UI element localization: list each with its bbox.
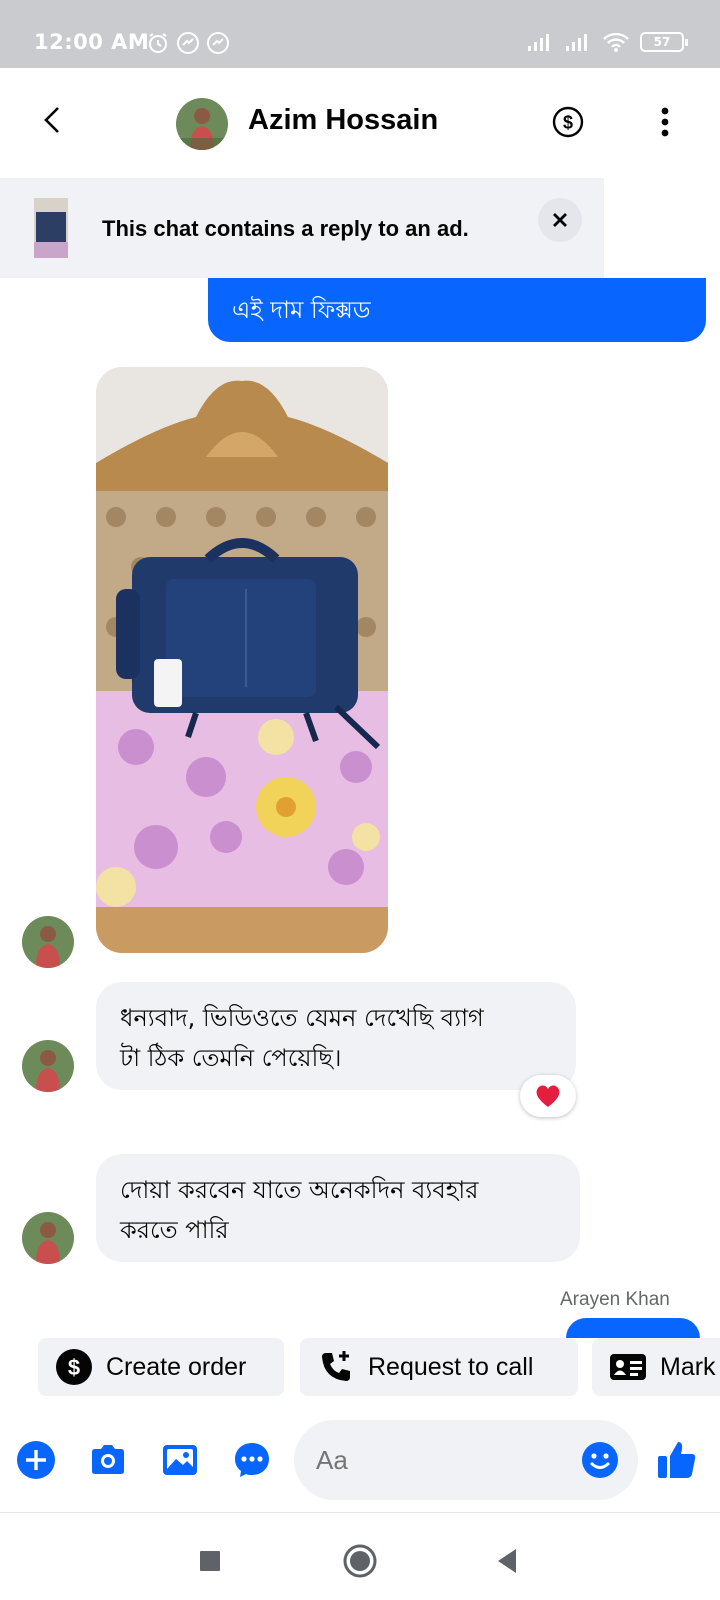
emoji-button[interactable] <box>580 1440 620 1480</box>
more-actions-button[interactable] <box>16 1440 56 1480</box>
mark-label: Mark <box>660 1352 716 1381</box>
outgoing-message[interactable]: এই দাম ফিক্সড <box>208 278 706 342</box>
request-to-call-button[interactable]: Request to call <box>300 1338 578 1396</box>
signal-icon <box>566 34 587 51</box>
gallery-button[interactable] <box>160 1440 200 1480</box>
ad-banner-text: This chat contains a reply to an ad. <box>102 216 469 241</box>
messenger-notification-icon <box>207 32 229 54</box>
image-icon <box>163 1445 197 1475</box>
mark-button[interactable]: Mark <box>592 1338 720 1396</box>
request-to-call-label: Request to call <box>368 1352 534 1381</box>
contact-card-icon <box>608 1347 648 1387</box>
smiley-icon <box>582 1442 618 1478</box>
status-notification-icons <box>146 31 230 55</box>
more-options-button[interactable] <box>650 104 680 140</box>
payment-button[interactable]: $ <box>552 106 584 138</box>
contact-name[interactable]: Azim Hossain <box>248 104 438 137</box>
incoming-message[interactable]: ধন্যবাদ, ভিডিওতে যেমন দেখেছি ব্যাগ টা ঠি… <box>96 982 576 1090</box>
status-system-icons: 57 <box>526 31 688 53</box>
dollar-circle-icon: $ <box>54 1347 94 1387</box>
quick-actions-bar: $ Create order Request to call Mark <box>0 1338 720 1400</box>
heart-icon <box>536 1085 560 1107</box>
dollar-circle-icon: $ <box>552 106 584 138</box>
phone-plus-icon <box>316 1347 356 1387</box>
message-composer <box>0 1410 720 1510</box>
message-text-line: ধন্যবাদ, ভিডিওতে যেমন দেখেছি ব্যাগ <box>120 1004 484 1032</box>
svg-text:$: $ <box>563 113 573 133</box>
system-nav-bar <box>0 1512 720 1600</box>
sender-avatar[interactable] <box>22 1040 74 1092</box>
alarm-icon <box>149 33 167 53</box>
chat-bubble-dots-icon <box>235 1443 269 1477</box>
message-text-line: করতে পারি <box>120 1216 229 1244</box>
square-icon <box>200 1551 220 1571</box>
ad-thumbnail[interactable] <box>34 198 68 258</box>
incoming-message[interactable]: দোয়া করবেন যাতে অনেকদিন ব্যবহার করতে পা… <box>96 1154 580 1262</box>
close-button[interactable] <box>538 198 582 242</box>
messenger-actions-button[interactable] <box>232 1440 272 1480</box>
status-time: 12:00 AM <box>34 30 150 54</box>
signal-icon <box>528 34 549 51</box>
sender-avatar[interactable] <box>22 916 74 968</box>
svg-text:$: $ <box>68 1355 80 1380</box>
create-order-button[interactable]: $ Create order <box>38 1338 284 1396</box>
triangle-back-icon <box>498 1549 516 1573</box>
close-icon <box>553 213 567 227</box>
contact-avatar[interactable] <box>176 98 228 150</box>
thumbs-up-icon <box>658 1442 696 1478</box>
back-nav-button[interactable] <box>488 1541 528 1581</box>
camera-icon <box>92 1445 124 1474</box>
recents-button[interactable] <box>190 1541 230 1581</box>
reaction-badge[interactable] <box>520 1075 576 1117</box>
status-bar: 12:00 AM 57 <box>0 0 720 68</box>
like-button[interactable] <box>656 1438 698 1480</box>
back-button[interactable] <box>36 100 72 140</box>
ad-reply-banner: This chat contains a reply to an ad. <box>0 178 604 278</box>
sender-avatar[interactable] <box>22 1212 74 1264</box>
battery-icon: 57 <box>640 32 688 52</box>
plus-circle-icon <box>17 1441 55 1479</box>
more-vertical-icon <box>661 107 669 137</box>
circle-icon <box>343 1544 377 1578</box>
message-text-line: টা ঠিক তেমনি পেয়েছি। <box>120 1044 342 1072</box>
wifi-icon <box>603 32 629 52</box>
chevron-left-icon <box>44 107 59 133</box>
home-button[interactable] <box>340 1541 380 1581</box>
camera-button[interactable] <box>88 1440 128 1480</box>
messenger-notification-icon <box>177 32 199 54</box>
message-text-line: দোয়া করবেন যাতে অনেকদিন ব্যবহার <box>120 1176 479 1204</box>
sender-name-label: Arayen Khan <box>560 1289 670 1310</box>
photo-message[interactable] <box>96 367 388 953</box>
chat-header: Azim Hossain $ <box>0 68 720 176</box>
create-order-label: Create order <box>106 1352 247 1381</box>
outgoing-message-partial[interactable] <box>566 1318 700 1338</box>
